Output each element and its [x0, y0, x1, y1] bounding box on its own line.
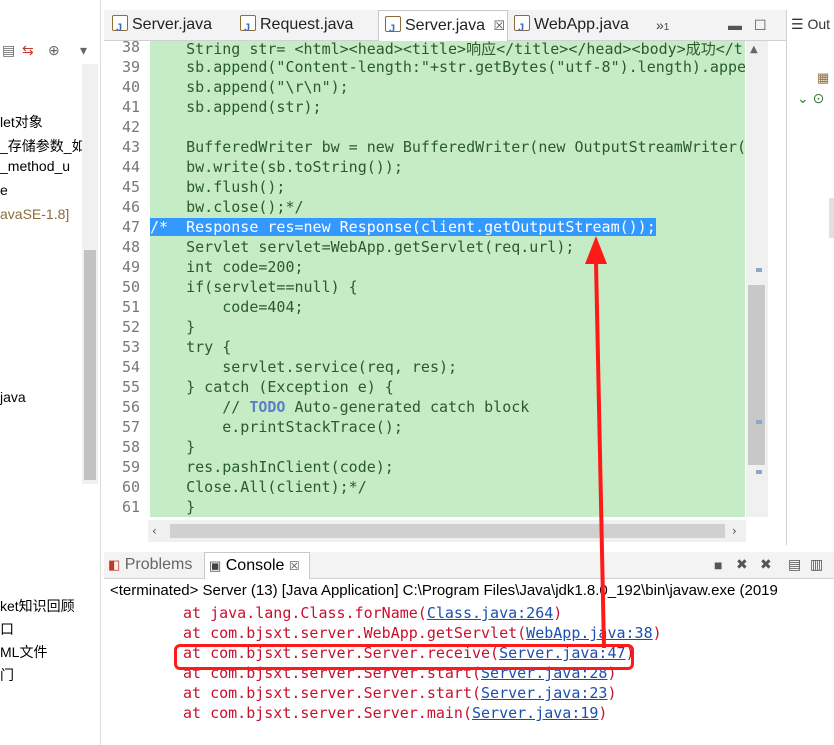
annotation-arrow	[585, 236, 607, 649]
arrow-shaft	[594, 261, 606, 649]
arrow-head	[585, 236, 607, 264]
